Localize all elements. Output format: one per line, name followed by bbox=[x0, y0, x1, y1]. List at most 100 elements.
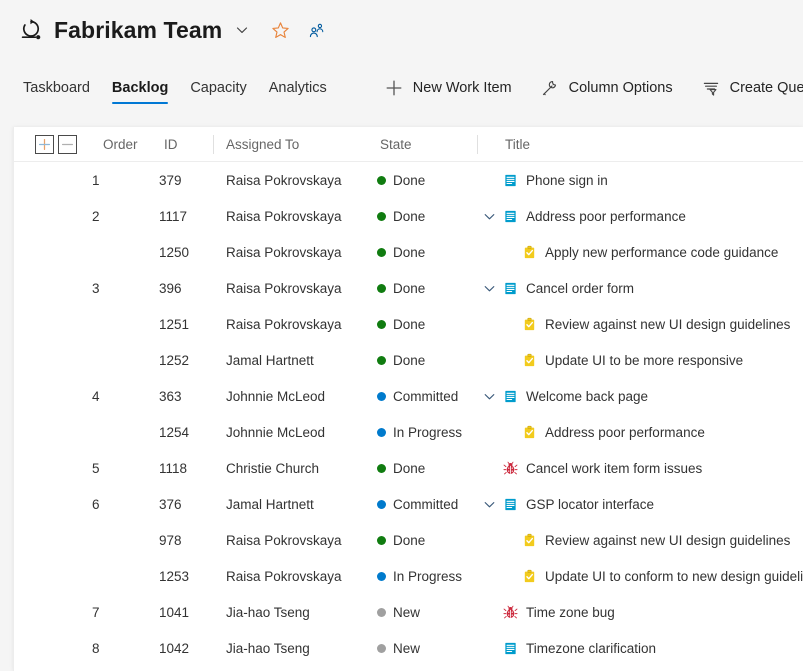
tab-capacity-label: Capacity bbox=[190, 80, 247, 96]
work-item-title-link[interactable]: Timezone clarification bbox=[526, 641, 656, 656]
people-icon[interactable] bbox=[305, 19, 327, 41]
row-expand-chevron-down-icon[interactable] bbox=[480, 378, 498, 414]
backlog-grid-panel: Order ID Assigned To State Title 1 379 Rai… bbox=[13, 127, 803, 671]
table-row[interactable]: 5 1118 Christie Church Done Cancel work item… bbox=[14, 450, 803, 486]
column-options-button[interactable]: Column Options bbox=[526, 60, 687, 116]
expand-collapse-group bbox=[35, 134, 77, 154]
chevron-down-icon[interactable] bbox=[231, 19, 253, 41]
cell-assigned-to: Raisa Pokrovskaya bbox=[226, 568, 342, 584]
work-item-type-icon bbox=[505, 390, 516, 402]
star-icon[interactable] bbox=[269, 19, 291, 41]
work-item-title-link[interactable]: Cancel work item form issues bbox=[526, 461, 702, 476]
status-label: Done bbox=[393, 460, 426, 476]
cell-title: Update UI to conform to new design guide… bbox=[522, 558, 803, 594]
cell-id[interactable]: 1252 bbox=[159, 342, 189, 378]
cell-assigned-to: Raisa Pokrovskaya bbox=[226, 280, 342, 296]
cell-order bbox=[92, 558, 126, 594]
work-item-title-link[interactable]: Review against new UI design guidelines bbox=[545, 317, 790, 332]
cell-id[interactable]: 1042 bbox=[159, 630, 189, 666]
work-item-title-link[interactable]: Address poor performance bbox=[545, 425, 705, 440]
cell-id[interactable]: 1251 bbox=[159, 306, 189, 342]
table-row[interactable]: 1253 Raisa Pokrovskaya In Progress Update U… bbox=[14, 558, 803, 594]
work-item-title-link[interactable]: Time zone bug bbox=[526, 605, 615, 620]
cell-title: Timezone clarification bbox=[503, 630, 656, 666]
table-row[interactable]: 1 379 Raisa Pokrovskaya Done Phone sign in bbox=[14, 162, 803, 198]
cell-id[interactable]: 1253 bbox=[159, 558, 189, 594]
cell-state: Done bbox=[377, 306, 425, 342]
table-row[interactable]: 1251 Raisa Pokrovskaya Done Review against … bbox=[14, 306, 803, 342]
table-row[interactable]: 1254 Johnnie McLeod In Progress Address poo… bbox=[14, 414, 803, 450]
work-item-title-link[interactable]: Update UI to be more responsive bbox=[545, 353, 743, 368]
table-row[interactable]: 2 1117 Raisa Pokrovskaya Done Address poor p… bbox=[14, 198, 803, 234]
tab-analytics[interactable]: Analytics bbox=[258, 60, 338, 116]
page-title: Fabrikam Team bbox=[54, 16, 223, 43]
work-item-type-icon bbox=[505, 642, 516, 654]
work-item-type-icon bbox=[524, 245, 535, 258]
table-row[interactable]: 978 Raisa Pokrovskaya Done Review against n… bbox=[14, 522, 803, 558]
cell-order: 3 bbox=[92, 280, 100, 296]
status-dot-icon bbox=[377, 499, 386, 509]
tab-capacity[interactable]: Capacity bbox=[179, 60, 257, 116]
column-header-title[interactable]: Title bbox=[505, 137, 530, 152]
column-header-id[interactable]: ID bbox=[164, 137, 178, 152]
work-item-title-link[interactable]: Address poor performance bbox=[526, 209, 686, 224]
work-item-type-icon bbox=[524, 353, 535, 366]
cell-id[interactable]: 978 bbox=[159, 522, 182, 558]
cell-state: Done bbox=[377, 198, 425, 234]
tab-backlog[interactable]: Backlog bbox=[101, 60, 179, 116]
cell-id[interactable]: 1118 bbox=[159, 450, 187, 486]
status-label: In Progress bbox=[393, 424, 463, 440]
work-item-title-link[interactable]: GSP locator interface bbox=[526, 497, 654, 512]
table-row[interactable]: 4 363 Johnnie McLeod Committed Welcome back … bbox=[14, 378, 803, 414]
cell-assigned-to: Raisa Pokrovskaya bbox=[226, 208, 342, 224]
table-row[interactable]: 7 1041 Jia-hao Tseng New Time zone bug bbox=[14, 594, 803, 630]
work-item-type-icon bbox=[524, 425, 535, 438]
work-item-title-link[interactable]: Review against new UI design guidelines bbox=[545, 533, 790, 548]
plus-icon bbox=[384, 78, 404, 98]
cell-id[interactable]: 379 bbox=[159, 162, 182, 198]
cell-order: 4 bbox=[92, 388, 100, 404]
work-item-title-link[interactable]: Apply new performance code guidance bbox=[545, 245, 778, 260]
column-header-state[interactable]: State bbox=[380, 137, 412, 152]
cell-state: Done bbox=[377, 342, 425, 378]
table-row[interactable]: 1250 Raisa Pokrovskaya Done Apply new perfo… bbox=[14, 234, 803, 270]
row-expand-chevron-down-icon[interactable] bbox=[480, 486, 498, 522]
status-label: New bbox=[393, 604, 421, 620]
cell-id[interactable]: 363 bbox=[159, 378, 182, 414]
column-header-assigned-to[interactable]: Assigned To bbox=[226, 137, 299, 152]
status-label: Done bbox=[393, 172, 426, 188]
row-expand-chevron-down-icon[interactable] bbox=[480, 198, 498, 234]
expand-all-button[interactable] bbox=[35, 134, 54, 154]
row-expand-chevron-down-icon[interactable] bbox=[480, 270, 498, 306]
status-dot-icon bbox=[377, 319, 386, 329]
cell-assigned-to: Johnnie McLeod bbox=[226, 388, 326, 404]
new-work-item-button[interactable]: New Work Item bbox=[370, 60, 526, 116]
collapse-all-button[interactable] bbox=[58, 134, 77, 154]
table-row[interactable]: 3 396 Raisa Pokrovskaya Done Cancel order fo… bbox=[14, 270, 803, 306]
table-row[interactable]: 6 376 Jamal Hartnett Committed GSP locator i… bbox=[14, 486, 803, 522]
toolbar: Taskboard Backlog Capacity Analytics New… bbox=[0, 60, 803, 116]
create-query-button[interactable]: Create Query bbox=[687, 60, 803, 116]
work-item-title-link[interactable]: Update UI to conform to new design guide… bbox=[545, 569, 803, 584]
column-header-order[interactable]: Order bbox=[103, 137, 138, 152]
tab-analytics-label: Analytics bbox=[268, 80, 327, 96]
table-row[interactable]: 8 1042 Jia-hao Tseng New Timezone clarificat… bbox=[14, 630, 803, 666]
cell-id[interactable]: 376 bbox=[159, 486, 182, 522]
cell-state: Done bbox=[377, 450, 425, 486]
cell-id[interactable]: 1254 bbox=[159, 414, 189, 450]
status-dot-icon bbox=[377, 607, 386, 617]
cell-id[interactable]: 396 bbox=[159, 270, 182, 306]
tab-taskboard[interactable]: Taskboard bbox=[12, 60, 101, 116]
work-item-title-link[interactable]: Welcome back page bbox=[526, 389, 648, 404]
table-row[interactable]: 1252 Jamal Hartnett Done Update UI to be mo… bbox=[14, 342, 803, 378]
cell-id[interactable]: 1117 bbox=[159, 198, 187, 234]
filter-icon bbox=[701, 78, 721, 98]
work-item-type-icon bbox=[503, 605, 518, 618]
cell-id[interactable]: 1250 bbox=[159, 234, 189, 270]
cell-assigned-to: Jamal Hartnett bbox=[226, 496, 314, 512]
work-item-title-link[interactable]: Cancel order form bbox=[526, 281, 634, 296]
cell-state: Committed bbox=[377, 378, 458, 414]
work-item-title-link[interactable]: Phone sign in bbox=[526, 173, 608, 188]
backlog-rows: 1 379 Raisa Pokrovskaya Done Phone sign in 2 1… bbox=[14, 162, 803, 666]
cell-id[interactable]: 1041 bbox=[159, 594, 189, 630]
